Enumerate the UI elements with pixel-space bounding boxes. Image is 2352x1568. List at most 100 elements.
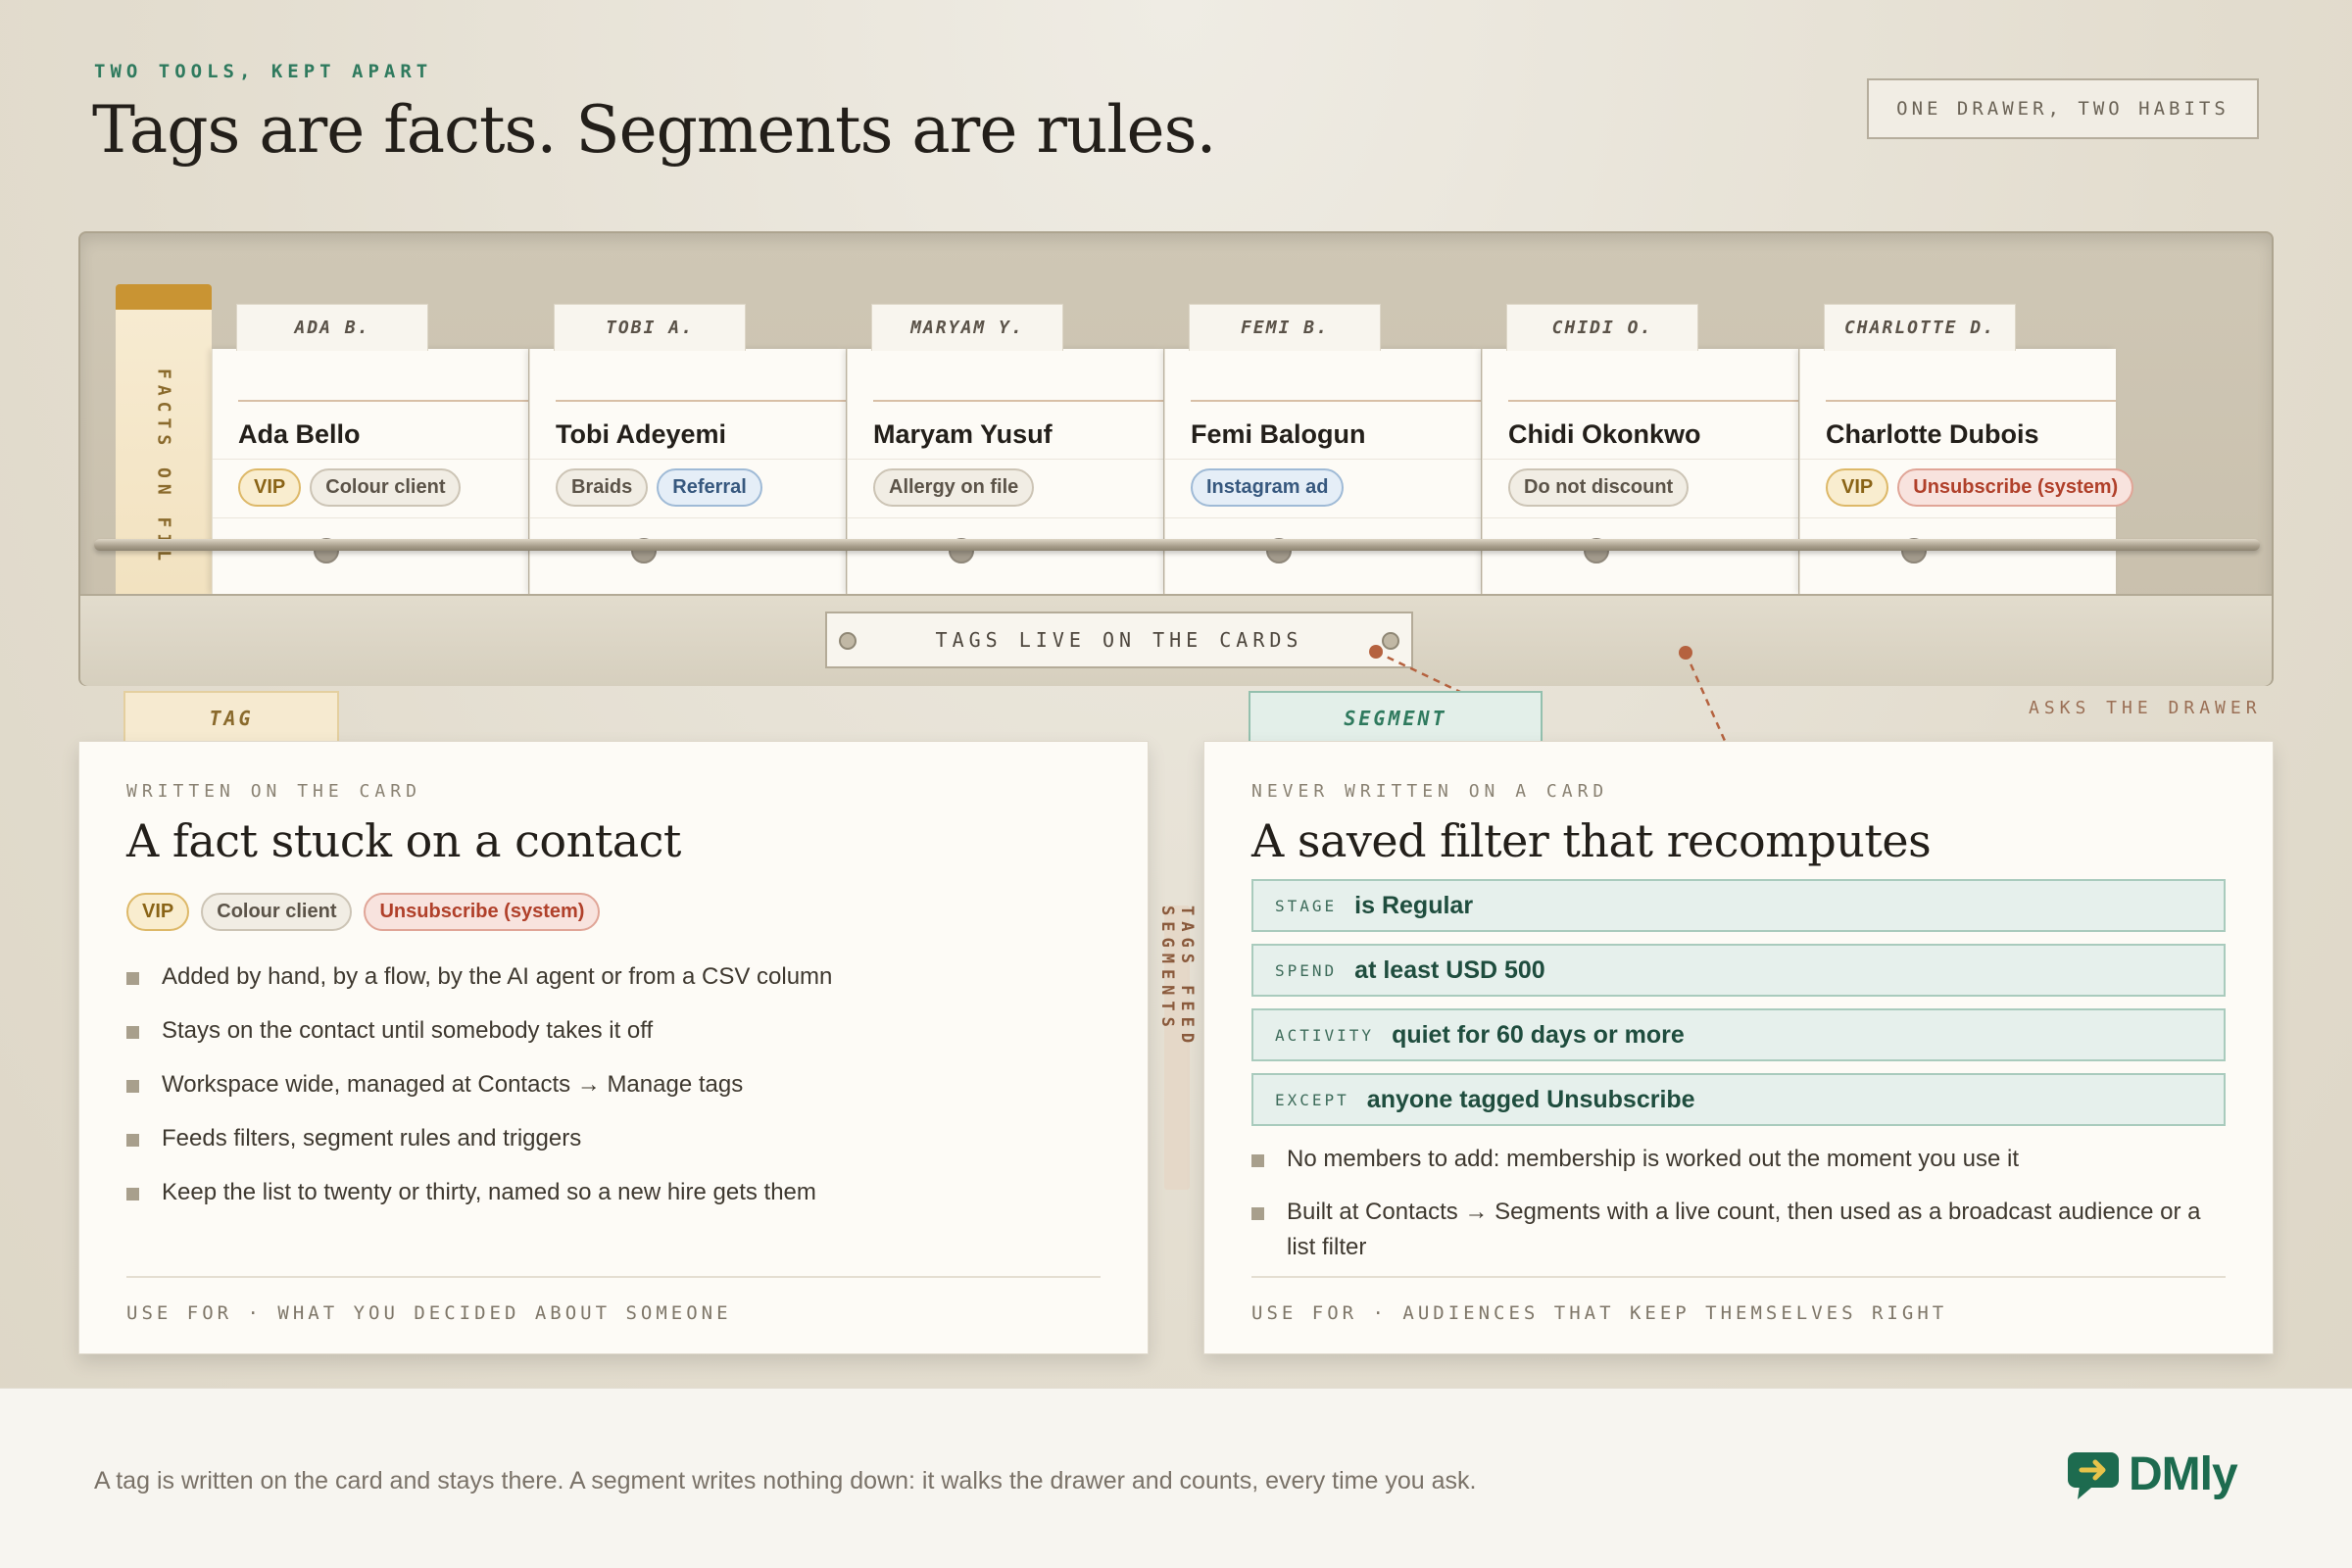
drawer-label: TAGS LIVE ON THE CARDS bbox=[825, 612, 1413, 668]
rivet-icon bbox=[839, 632, 857, 650]
tag-chip[interactable]: Colour client bbox=[310, 468, 462, 507]
list-item: No members to add: membership is worked … bbox=[1251, 1142, 2231, 1177]
tag-panel-title: A fact stuck on a contact bbox=[126, 814, 681, 867]
list-item: Feeds filters, segment rules and trigger… bbox=[126, 1121, 1087, 1155]
tag-chip[interactable]: Unsubscribe (system) bbox=[1897, 468, 2134, 507]
card-tab[interactable]: CHARLOTTE D. bbox=[1824, 304, 2016, 351]
logo-wordmark: DMly bbox=[2129, 1448, 2238, 1500]
card-rule bbox=[238, 400, 528, 402]
contact-card[interactable]: FEMI B. Femi Balogun Instagram ad bbox=[1164, 304, 1481, 594]
rivet-icon bbox=[1382, 632, 1399, 650]
card-line bbox=[530, 459, 846, 460]
eyebrow: TWO TOOLS, KEPT APART bbox=[94, 61, 433, 82]
footer: A tag is written on the card and stays t… bbox=[0, 1388, 2352, 1568]
card-tab[interactable]: TOBI A. bbox=[554, 304, 746, 351]
rule-value: quiet for 60 days or more bbox=[1392, 1020, 1685, 1049]
tag-chip[interactable]: Unsubscribe (system) bbox=[364, 893, 601, 931]
card-tags: VIP Unsubscribe (system) bbox=[1826, 468, 2134, 507]
contact-card[interactable]: CHARLOTTE D. Charlotte Dubois VIP Unsubscri… bbox=[1799, 304, 2134, 594]
tag-chip[interactable]: Do not discount bbox=[1508, 468, 1690, 507]
segment-rule[interactable]: SPEND at least USD 500 bbox=[1251, 944, 2226, 997]
tag-chip[interactable]: Colour client bbox=[201, 893, 353, 931]
contact-name: Chidi Okonkwo bbox=[1508, 419, 1701, 449]
card-tab[interactable]: FEMI B. bbox=[1189, 304, 1381, 351]
list-item: Built at Contacts → Segments with a live… bbox=[1251, 1195, 2231, 1265]
card-line bbox=[1483, 517, 1798, 518]
tag-chip[interactable]: VIP bbox=[238, 468, 302, 507]
card-rule bbox=[1826, 400, 2116, 402]
asks-label: ASKS THE DRAWER bbox=[2029, 698, 2262, 718]
card-line bbox=[1165, 459, 1481, 460]
tab-segment: SEGMENT bbox=[1249, 691, 1543, 744]
rule-key: SPEND bbox=[1275, 960, 1338, 980]
contact-name: Femi Balogun bbox=[1191, 419, 1366, 449]
segment-panel-title: A saved filter that recomputes bbox=[1251, 814, 1932, 867]
card-drawer: FACTS ON FILE ADA B. Ada Bello VIP Colour c… bbox=[78, 231, 2274, 686]
tag-panel-bullets: Added by hand, by a flow, by the AI agen… bbox=[126, 959, 1087, 1229]
list-item: Keep the list to twenty or thirty, named… bbox=[126, 1175, 1087, 1209]
list-item: Stays on the contact until somebody take… bbox=[126, 1013, 1087, 1048]
rule-key: STAGE bbox=[1275, 896, 1338, 915]
segment-rule[interactable]: ACTIVITY quiet for 60 days or more bbox=[1251, 1008, 2226, 1061]
tag-panel-chips: VIP Colour client Unsubscribe (system) bbox=[126, 893, 601, 931]
contact-card[interactable]: TOBI A. Tobi Adeyemi Braids Referral bbox=[529, 304, 846, 594]
card-tab[interactable]: MARYAM Y. bbox=[871, 304, 1063, 351]
chat-arrow-icon bbox=[2068, 1451, 2119, 1499]
card-line bbox=[213, 517, 528, 518]
rule-key: ACTIVITY bbox=[1275, 1025, 1375, 1045]
card-tags: Braids Referral bbox=[556, 468, 762, 507]
card-line bbox=[1483, 459, 1798, 460]
contact-card[interactable]: ADA B. Ada Bello VIP Colour client bbox=[212, 304, 528, 594]
card-line bbox=[1165, 517, 1481, 518]
tag-chip[interactable]: VIP bbox=[126, 893, 190, 931]
tag-chip[interactable]: VIP bbox=[1826, 468, 1889, 507]
page-title: Tags are facts. Segments are rules. bbox=[92, 92, 1216, 168]
card-tags: VIP Colour client bbox=[238, 468, 462, 507]
brand-logo[interactable]: DMly bbox=[2066, 1447, 2238, 1501]
segment-rules: STAGE is Regular SPEND at least USD 500 ACTI… bbox=[1251, 879, 2226, 1138]
card-tags: Allergy on file bbox=[873, 468, 1035, 507]
card-rule bbox=[873, 400, 1163, 402]
list-item: Workspace wide, managed at Contacts → Ma… bbox=[126, 1067, 1087, 1102]
tag-chip[interactable]: Allergy on file bbox=[873, 468, 1035, 507]
card-line bbox=[530, 517, 846, 518]
contact-card[interactable]: MARYAM Y. Maryam Yusuf Allergy on file bbox=[847, 304, 1163, 594]
drawer-label-text: TAGS LIVE ON THE CARDS bbox=[935, 628, 1303, 652]
rule-key: EXCEPT bbox=[1275, 1090, 1349, 1109]
card-tab[interactable]: CHIDI O. bbox=[1506, 304, 1698, 351]
tag-chip[interactable]: Referral bbox=[657, 468, 762, 507]
contact-name: Tobi Adeyemi bbox=[556, 419, 727, 449]
card-line bbox=[848, 459, 1163, 460]
segment-rule[interactable]: STAGE is Regular bbox=[1251, 879, 2226, 932]
tag-panel-eyebrow: WRITTEN ON THE CARD bbox=[126, 781, 421, 802]
contact-name: Charlotte Dubois bbox=[1826, 419, 2039, 449]
tag-chip[interactable]: Instagram ad bbox=[1191, 468, 1345, 507]
spine-label: FACTS ON FILE bbox=[153, 368, 174, 564]
card-tags: Instagram ad bbox=[1191, 468, 1345, 507]
segment-rule[interactable]: EXCEPT anyone tagged Unsubscribe bbox=[1251, 1073, 2226, 1126]
segment-panel-bullets: No members to add: membership is worked … bbox=[1251, 1142, 2231, 1283]
segment-panel: NEVER WRITTEN ON A CARD A saved filter t… bbox=[1203, 741, 2274, 1354]
divider bbox=[1251, 1276, 2226, 1278]
footer-text: A tag is written on the card and stays t… bbox=[94, 1467, 1477, 1494]
card-tags: Do not discount bbox=[1508, 468, 1690, 507]
habit-badge: ONE DRAWER, TWO HABITS bbox=[1867, 78, 2259, 139]
card-rule bbox=[1191, 400, 1481, 402]
tab-tag: TAG bbox=[123, 691, 339, 744]
contact-card[interactable]: CHIDI O. Chidi Okonkwo Do not discount bbox=[1482, 304, 1798, 594]
drawer-rod bbox=[94, 539, 2260, 551]
segment-panel-footer: USE FOR · AUDIENCES THAT KEEP THEMSELVES… bbox=[1251, 1302, 1948, 1324]
tag-chip[interactable]: Braids bbox=[556, 468, 649, 507]
card-line bbox=[1800, 459, 2116, 460]
divider bbox=[126, 1276, 1101, 1278]
card-line bbox=[1800, 517, 2116, 518]
card-tab[interactable]: ADA B. bbox=[236, 304, 428, 351]
card-line bbox=[213, 459, 528, 460]
feed-label: TAGS FEED SEGMENTS bbox=[1157, 906, 1197, 1190]
contact-name: Maryam Yusuf bbox=[873, 419, 1053, 449]
rule-value: at least USD 500 bbox=[1354, 956, 1545, 984]
list-item: Added by hand, by a flow, by the AI agen… bbox=[126, 959, 1087, 994]
rule-value: is Regular bbox=[1354, 891, 1474, 919]
contact-name: Ada Bello bbox=[238, 419, 361, 449]
tag-panel-footer: USE FOR · WHAT YOU DECIDED ABOUT SOMEONE bbox=[126, 1302, 732, 1324]
